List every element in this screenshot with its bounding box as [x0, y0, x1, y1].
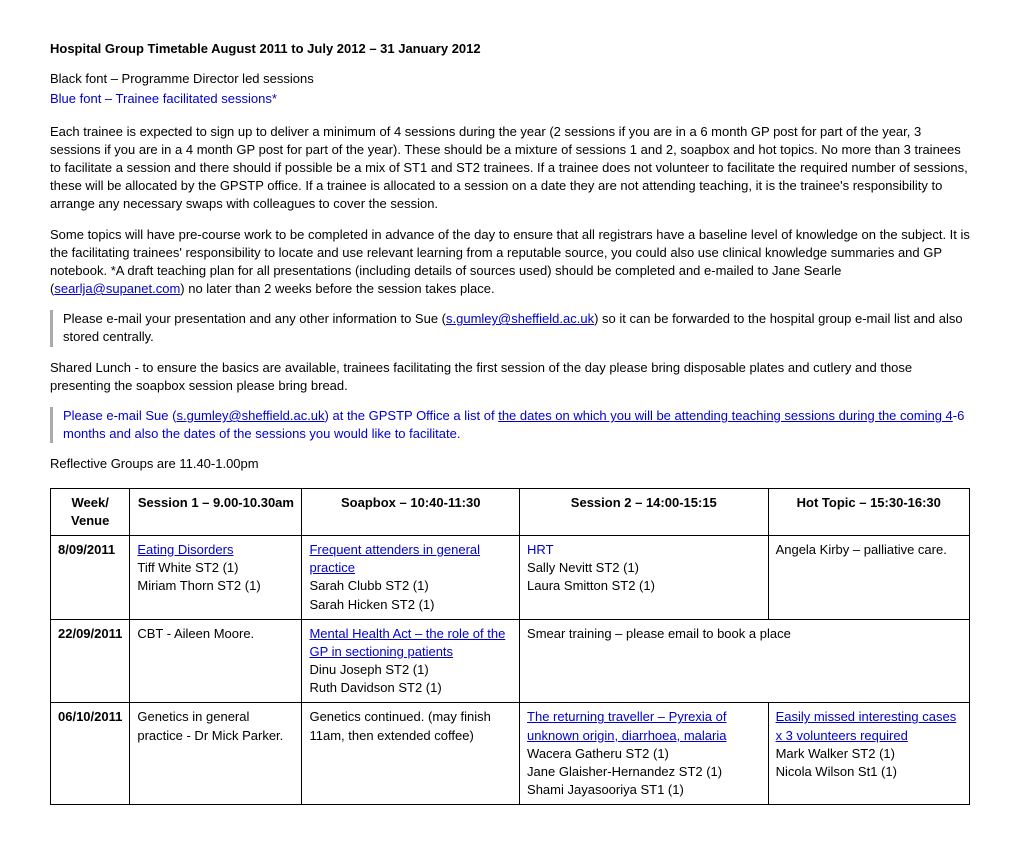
sue-email-link1[interactable]: s.gumley@sheffield.ac.uk [446, 311, 594, 326]
timetable: Week/Venue Session 1 – 9.00-10.30am Soap… [50, 488, 970, 806]
soapbox-cell: Genetics continued. (may finish 11am, th… [302, 703, 520, 805]
legend-blue: Blue font – Trainee facilitated sessions… [50, 90, 970, 108]
reflective-groups: Reflective Groups are 11.40-1.00pm [50, 455, 970, 473]
soapbox-cell: Mental Health Act – the role of the GP i… [302, 619, 520, 703]
table-header-row: Week/Venue Session 1 – 9.00-10.30am Soap… [51, 488, 970, 535]
searlja-email-link[interactable]: searlja@supanet.com [54, 281, 180, 296]
email-info-block: Please e-mail your presentation and any … [50, 310, 970, 346]
session2-cell: HRT Sally Nevitt ST2 (1) Laura Smitton S… [520, 535, 769, 619]
table-row: 06/10/2011 Genetics in general practice … [51, 703, 970, 805]
returning-traveller-link[interactable]: The returning traveller – Pyrexia of unk… [527, 709, 726, 742]
col-week: Week/Venue [51, 488, 130, 535]
eating-disorders-link[interactable]: Eating Disorders [137, 542, 233, 557]
page-title: Hospital Group Timetable August 2011 to … [50, 40, 970, 58]
soapbox-cell: Frequent attenders in general practice S… [302, 535, 520, 619]
week-cell: 22/09/2011 [51, 619, 130, 703]
mental-health-link[interactable]: Mental Health Act – the role of the GP i… [309, 626, 505, 659]
session1-cell: CBT - Aileen Moore. [130, 619, 302, 703]
intro-para1: Each trainee is expected to sign up to d… [50, 123, 970, 214]
col-soapbox: Soapbox – 10:40-11:30 [302, 488, 520, 535]
col-hottopic: Hot Topic – 15:30-16:30 [768, 488, 969, 535]
col-session2: Session 2 – 14:00-15:15 [520, 488, 769, 535]
table-row: 8/09/2011 Eating Disorders Tiff White ST… [51, 535, 970, 619]
legend-black: Black font – Programme Director led sess… [50, 70, 970, 88]
week-cell: 8/09/2011 [51, 535, 130, 619]
week-cell: 06/10/2011 [51, 703, 130, 805]
session1-cell: Genetics in general practice - Dr Mick P… [130, 703, 302, 805]
shared-lunch-note: Shared Lunch - to ensure the basics are … [50, 359, 970, 395]
hottopic-cell: Easily missed interesting cases x 3 volu… [768, 703, 969, 805]
email-note-block: Please e-mail Sue (s.gumley@sheffield.ac… [50, 407, 970, 443]
intro-para2: Some topics will have pre-course work to… [50, 226, 970, 299]
sue-email-link2[interactable]: s.gumley@sheffield.ac.uk [176, 408, 324, 423]
session2-cell: The returning traveller – Pyrexia of unk… [520, 703, 769, 805]
col-session1: Session 1 – 9.00-10.30am [130, 488, 302, 535]
table-row: 22/09/2011 CBT - Aileen Moore. Mental He… [51, 619, 970, 703]
easily-missed-link[interactable]: Easily missed interesting cases x 3 volu… [776, 709, 957, 742]
session2-cell: Smear training – please email to book a … [520, 619, 970, 703]
frequent-attenders-link[interactable]: Frequent attenders in general practice [309, 542, 480, 575]
session1-cell: Eating Disorders Tiff White ST2 (1) Miri… [130, 535, 302, 619]
hottopic-cell: Angela Kirby – palliative care. [768, 535, 969, 619]
teaching-dates-link[interactable]: the dates on which you will be attending… [498, 408, 953, 423]
